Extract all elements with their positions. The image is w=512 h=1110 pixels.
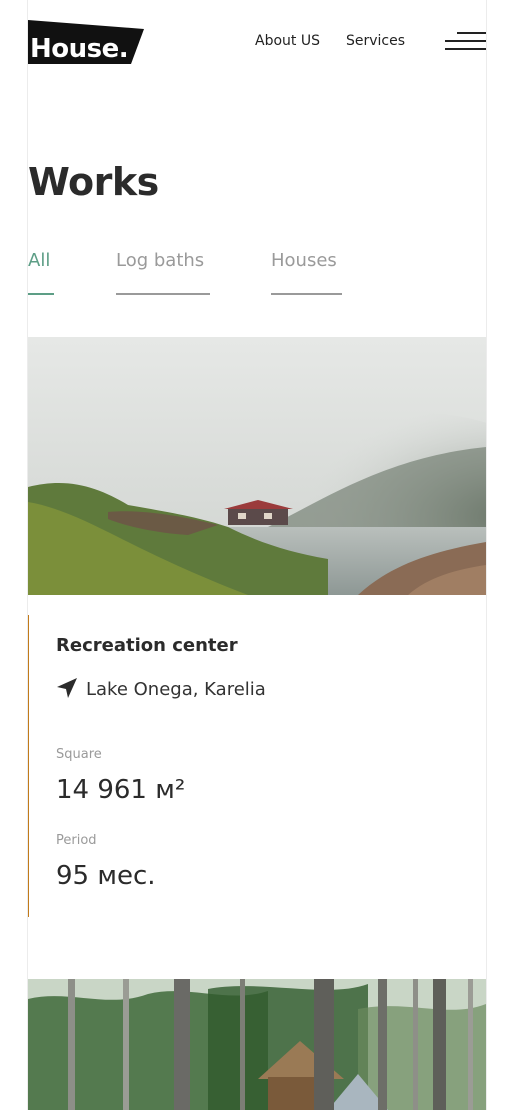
period-label: Period xyxy=(56,833,97,848)
menu-line xyxy=(445,40,486,42)
location-text: Lake Onega, Karelia xyxy=(86,679,266,700)
nav-link-about[interactable]: About US xyxy=(255,33,320,49)
tab-label: All xyxy=(28,250,51,271)
project-image-2[interactable] xyxy=(28,979,486,1110)
tab-underline xyxy=(28,293,54,295)
tab-all[interactable]: All xyxy=(28,250,54,295)
menu-line xyxy=(457,32,486,34)
square-label: Square xyxy=(56,747,102,762)
tab-houses[interactable]: Houses xyxy=(271,250,342,295)
location-arrow-icon xyxy=(57,678,77,698)
nav-link-services[interactable]: Services xyxy=(346,33,405,49)
project-title[interactable]: Recreation center xyxy=(56,635,238,656)
project-info-card: Recreation center Lake Onega, Karelia Sq… xyxy=(28,615,469,917)
menu-line xyxy=(445,48,486,50)
page-title: Works xyxy=(28,160,159,204)
page-frame: House. About US Services Works All Log b… xyxy=(27,0,487,1110)
tab-underline xyxy=(116,293,210,295)
logo-text: House. xyxy=(30,34,129,64)
project-location: Lake Onega, Karelia xyxy=(56,677,266,700)
tab-label: Houses xyxy=(271,250,337,271)
hamburger-menu-icon[interactable] xyxy=(445,32,486,52)
tab-log-baths[interactable]: Log baths xyxy=(116,250,210,295)
project-image[interactable] xyxy=(28,337,486,595)
tab-underline xyxy=(271,293,342,295)
square-value: 14 961 м² xyxy=(56,775,186,805)
logo[interactable]: House. xyxy=(28,18,146,64)
period-value: 95 мес. xyxy=(56,861,156,891)
tab-label: Log baths xyxy=(116,250,205,271)
